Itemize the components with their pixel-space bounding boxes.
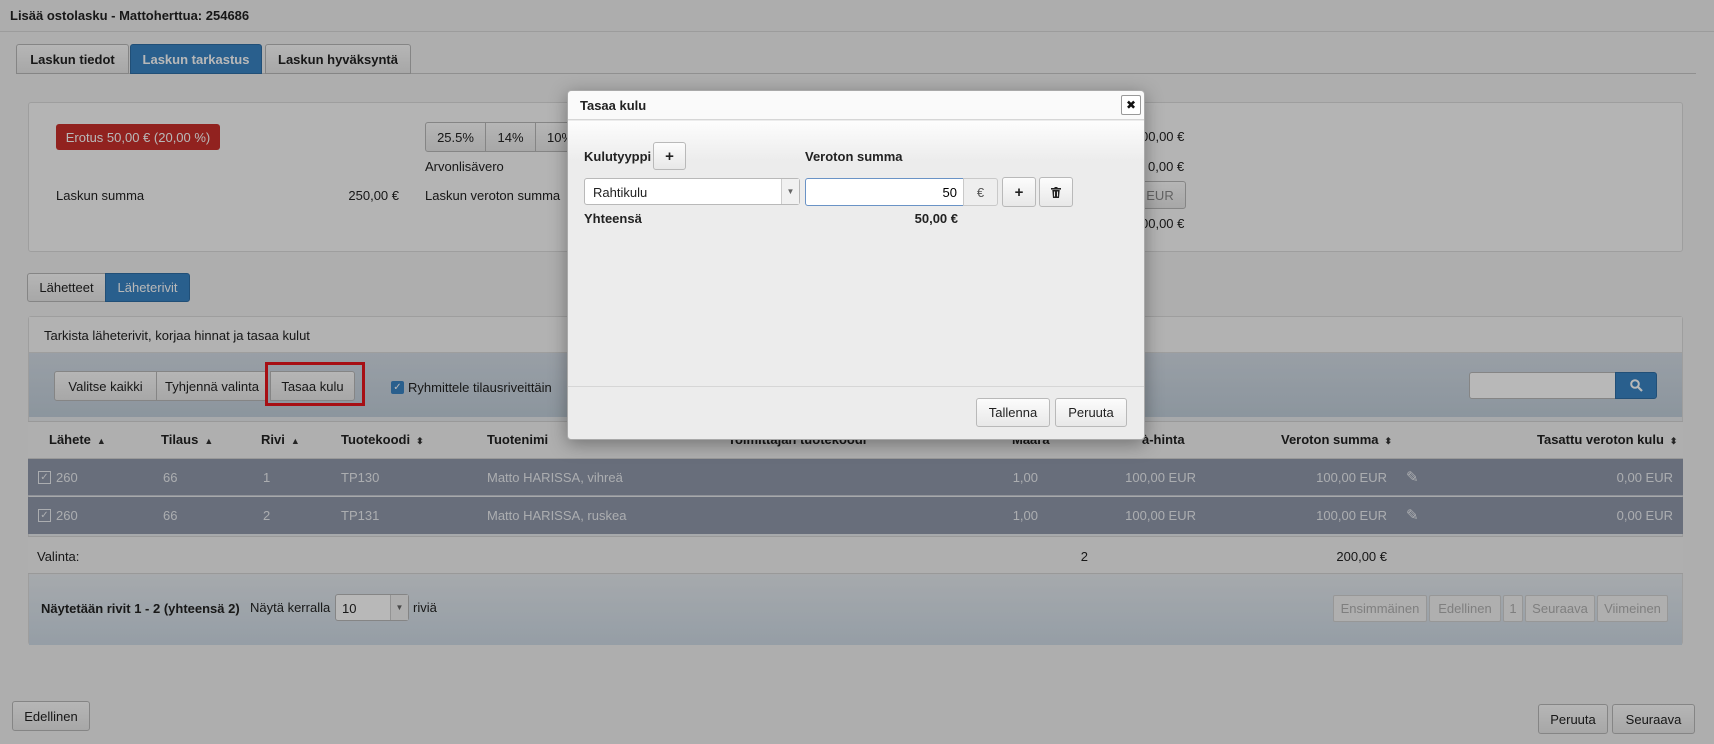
- trash-icon: [1051, 186, 1061, 198]
- save-button[interactable]: Tallenna: [976, 398, 1050, 427]
- close-icon[interactable]: ✖: [1121, 95, 1141, 115]
- add-row-button[interactable]: +: [1002, 177, 1036, 207]
- currency-addon: €: [963, 178, 998, 206]
- amount-input[interactable]: [805, 178, 964, 206]
- net-sum-label: Veroton summa: [805, 149, 903, 164]
- total-value: 50,00 €: [914, 211, 958, 226]
- delete-row-button[interactable]: [1039, 177, 1073, 207]
- total-label: Yhteensä: [584, 211, 642, 226]
- plus-icon: +: [665, 147, 674, 165]
- balance-cost-dialog: Tasaa kulu ✖ Kulutyyppi + Veroton summa …: [567, 90, 1145, 440]
- chevron-down-icon: ▼: [781, 179, 799, 204]
- cancel-button[interactable]: Peruuta: [1055, 398, 1127, 427]
- dialog-title: Tasaa kulu: [580, 98, 647, 113]
- add-cost-type-button[interactable]: +: [653, 142, 686, 170]
- cost-type-label: Kulutyyppi: [584, 149, 652, 164]
- cost-type-select[interactable]: Rahtikulu ▼: [584, 178, 800, 205]
- plus-icon: +: [1014, 183, 1024, 201]
- dialog-header: Tasaa kulu ✖: [568, 91, 1144, 120]
